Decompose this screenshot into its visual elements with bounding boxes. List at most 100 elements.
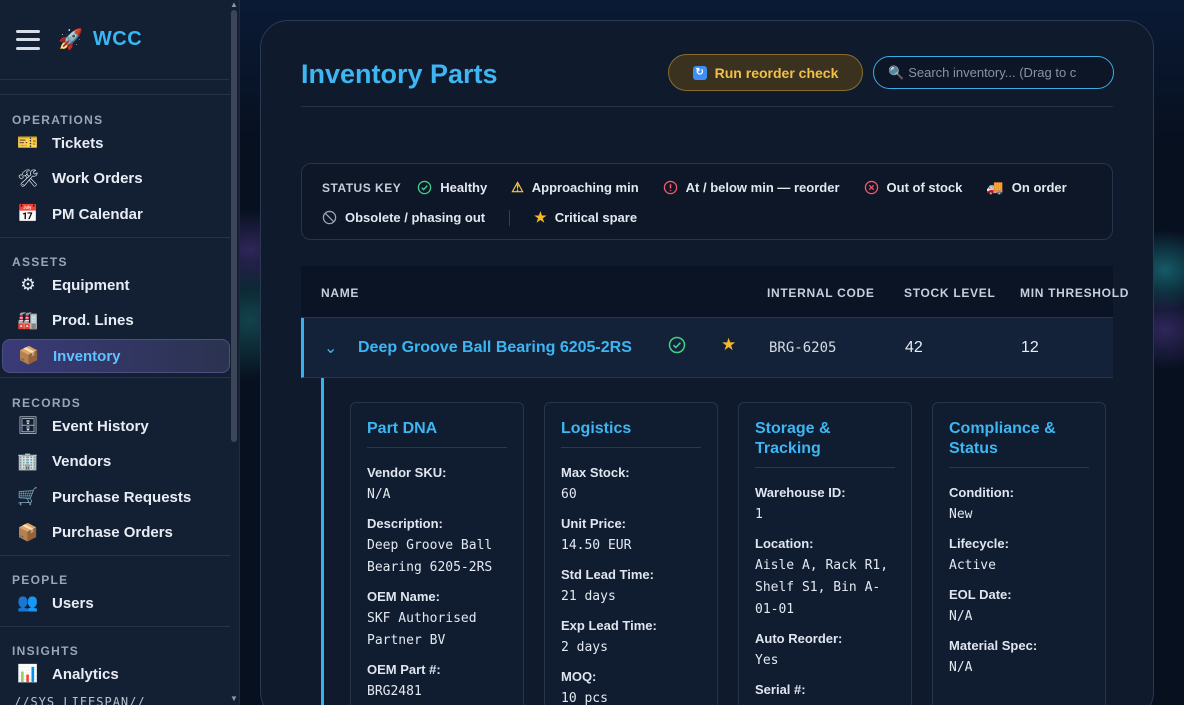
sys-lifespan-label: //SYS_LIFESPAN// (14, 695, 146, 705)
sidebar-item-prod-lines[interactable]: 🏭 Prod. Lines (2, 304, 230, 338)
column-header-stock-level[interactable]: STOCK LEVEL (904, 286, 996, 300)
status-key-at-below-min-reorder: At / below min — reorder (663, 180, 840, 195)
field-value: 10 pcs (561, 691, 608, 705)
status-key: STATUS KEY Healthy ⚠ Approaching min At / b… (301, 163, 1113, 240)
field-label: EOL Date: (949, 587, 1012, 602)
field-value: SKF Authorised Partner BV (367, 611, 477, 648)
field-auto-reorder: Auto Reorder: Yes (755, 631, 895, 672)
part-name[interactable]: Deep Groove Ball Bearing 6205-2RS (358, 339, 632, 357)
status-key-approaching-min: ⚠ Approaching min (511, 179, 638, 196)
status-key-row: STATUS KEY Healthy ⚠ Approaching min At / b… (322, 179, 1091, 196)
sidebar-item-purchase-requests[interactable]: 🛒 Purchase Requests (2, 480, 230, 514)
field-label: Std Lead Time: (561, 567, 654, 582)
section-divider (0, 626, 230, 627)
page-title: Inventory Parts (301, 59, 498, 89)
column-header-name[interactable]: NAME (321, 286, 359, 300)
field-warehouse-id: Warehouse ID: 1 (755, 485, 895, 526)
hamburger-bar (16, 38, 40, 41)
field-value: Aisle A, Rack R1, Shelf S1, Bin A-01-01 (755, 558, 889, 617)
sidebar-scrollbar[interactable] (231, 10, 237, 442)
field-label: Location: (755, 536, 814, 551)
field-value: 1 (755, 507, 763, 522)
field-value: 2 days (561, 640, 608, 655)
status-key-label: Healthy (440, 180, 488, 195)
bar-chart-icon: 📊 (17, 664, 39, 683)
sidebar-item-inventory[interactable]: 📦 Inventory (2, 339, 230, 373)
alert-circle-icon (663, 180, 678, 195)
menu-toggle-button[interactable] (16, 29, 40, 50)
field-moq: MOQ: 10 pcs (561, 669, 701, 705)
status-key-row: Obsolete / phasing out ★ Critical spare (322, 209, 661, 226)
sidebar-item-label: Event History (52, 417, 149, 435)
sidebar-item-analytics[interactable]: 📊 Analytics (2, 657, 230, 691)
detail-card-title: Storage & Tracking (755, 419, 895, 468)
sidebar-item-users[interactable]: 👥 Users (2, 586, 230, 620)
field-label: Warehouse ID: (755, 485, 846, 500)
sidebar-item-event-history[interactable]: 🗄 Event History (2, 409, 230, 443)
field-label: Auto Reorder: (755, 631, 843, 646)
sidebar-item-vendors[interactable]: 🏢 Vendors (2, 445, 230, 479)
field-value: N/A (949, 660, 973, 675)
cart-icon: 🛒 (17, 487, 39, 506)
status-key-healthy: Healthy (417, 180, 487, 195)
cabinet-icon: 🗄 (17, 416, 39, 435)
field-material-spec: Material Spec: N/A (949, 638, 1089, 679)
sidebar-item-work-orders[interactable]: 🛠 Work Orders (2, 162, 230, 196)
field-description: Description: Deep Groove Ball Bearing 620… (367, 516, 507, 579)
sidebar-item-pm-calendar[interactable]: 📅 PM Calendar (2, 197, 230, 231)
table-row[interactable]: ⌄ Deep Groove Ball Bearing 6205-2RS ★ BR… (301, 318, 1113, 378)
x-circle-icon (864, 180, 879, 195)
divider (301, 106, 1113, 107)
office-building-icon: 🏢 (17, 451, 39, 471)
chevron-down-icon[interactable]: ⌄ (324, 338, 337, 358)
status-key-label: Out of stock (886, 180, 963, 195)
detail-card-storage-tracking: Storage & Tracking Warehouse ID: 1 Location… (738, 402, 912, 705)
field-label: OEM Name: (367, 589, 440, 604)
field-exp-lead-time: Exp Lead Time: 2 days (561, 618, 701, 659)
scroll-up-arrow[interactable]: ▲ (230, 0, 238, 9)
factory-icon: 🏭 (17, 310, 39, 330)
ticket-icon: 🎫 (17, 133, 39, 152)
field-label: Condition: (949, 485, 1014, 500)
field-unit-price: Unit Price: 14.50 EUR (561, 516, 701, 557)
search-input[interactable] (908, 65, 1109, 80)
column-header-internal-code[interactable]: INTERNAL CODE (767, 286, 875, 300)
field-label: Exp Lead Time: (561, 618, 657, 633)
sidebar-nav: OPERATIONS 🎫 Tickets 🛠 Work Orders 📅 PM Calend… (0, 80, 230, 705)
field-label: Serial #: (755, 682, 806, 697)
app-logo[interactable]: 🚀 WCC (58, 27, 142, 52)
field-oem-part: OEM Part #: BRG2481 (367, 662, 507, 703)
status-key-label: Approaching min (531, 180, 639, 195)
field-value: 14.50 EUR (561, 538, 632, 553)
column-header-min-threshold[interactable]: MIN THRESHOLD (1020, 286, 1129, 300)
search-box[interactable]: 🔍 (873, 56, 1114, 89)
field-vendor-sku: Vendor SKU: N/A (367, 465, 507, 506)
check-circle-icon (417, 180, 432, 195)
scroll-down-arrow[interactable]: ▼ (230, 694, 238, 703)
sidebar-item-tickets[interactable]: 🎫 Tickets (2, 126, 230, 160)
tools-icon: 🛠 (17, 168, 39, 188)
search-icon: 🔍 (888, 64, 905, 80)
sidebar-item-label: Work Orders (52, 170, 143, 187)
field-label: Vendor SKU: (367, 465, 447, 480)
sidebar-item-label: Tickets (52, 134, 104, 152)
ban-icon (322, 210, 337, 225)
sidebar: 🚀 WCC OPERATIONS 🎫 Tickets 🛠 Work Orders 📅 PM … (0, 0, 240, 705)
field-value: Active (949, 558, 996, 573)
calendar-icon: 📅 (17, 204, 39, 223)
hamburger-bar (16, 46, 40, 50)
field-label: Lifecycle: (949, 536, 1009, 551)
status-key-critical-spare: ★ Critical spare (534, 209, 637, 226)
detail-card-compliance-status: Compliance & Status Condition: New Lifecycl… (932, 402, 1106, 705)
section-label-records: RECORDS (12, 396, 82, 410)
sidebar-item-equipment[interactable]: ⚙ Equipment (2, 268, 230, 302)
field-value: New (949, 507, 973, 522)
sidebar-item-purchase-orders[interactable]: 📦 Purchase Orders (2, 516, 230, 550)
min-threshold: 12 (1021, 339, 1039, 356)
status-key-label: On order (1011, 180, 1067, 195)
detail-card-part-dna: Part DNA Vendor SKU: N/A Description: Deep G… (350, 402, 524, 705)
run-reorder-check-button[interactable]: ↻ Run reorder check (668, 54, 863, 91)
status-key-on-order: 🚚 On order (986, 179, 1066, 196)
sidebar-item-label: Purchase Orders (52, 524, 173, 541)
field-value: N/A (367, 487, 391, 502)
